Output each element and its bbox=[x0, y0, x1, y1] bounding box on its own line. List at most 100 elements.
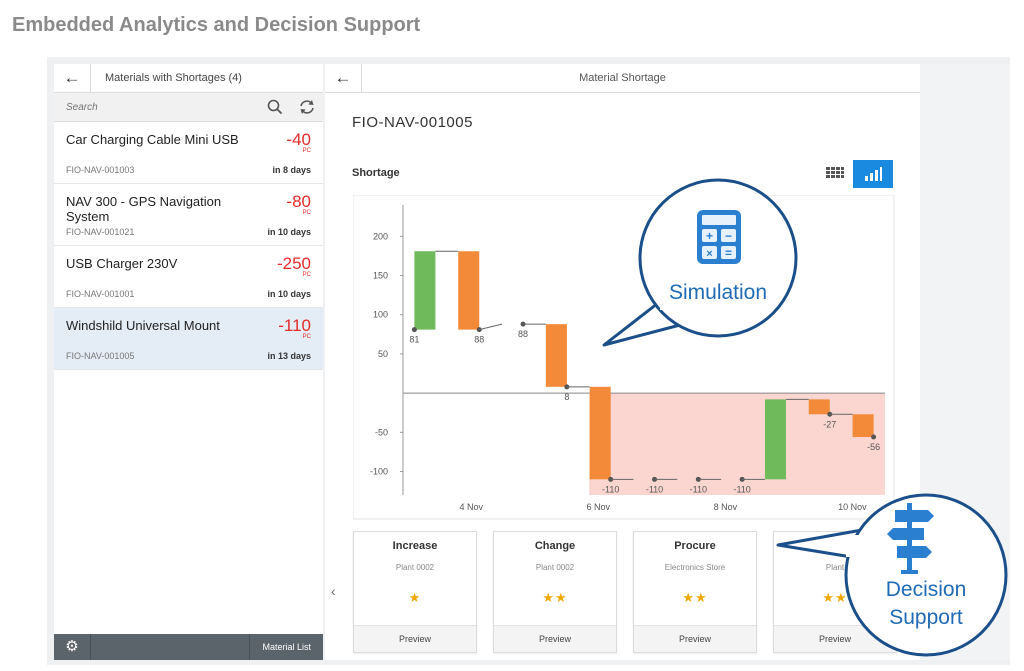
chart-view-button[interactable] bbox=[853, 160, 893, 188]
waterfall-bar bbox=[414, 251, 436, 330]
y-tick-label: 100 bbox=[373, 310, 388, 320]
decision-card[interactable]: Change Plant 0002 ★★ Preview bbox=[493, 531, 617, 653]
back-arrow-icon: ← bbox=[63, 68, 81, 87]
item-unit: PC bbox=[302, 210, 311, 216]
chevron-left-icon: ‹ bbox=[331, 583, 336, 599]
shortage-waterfall-chart: 200 150 100 50 -50 -100 4 Nov 6 Nov 8 Nov 10 Nov 8… bbox=[353, 195, 895, 520]
waterfall-bar bbox=[545, 324, 567, 387]
list-item-selected[interactable]: Windshild Universal Mount -110 PC FIO-NA… bbox=[54, 308, 323, 370]
master-header-title: Materials with Shortages (4) bbox=[105, 72, 242, 84]
data-label: 81 bbox=[409, 335, 419, 345]
decision-card[interactable]: Procure Electronics Store ★★ Preview bbox=[633, 531, 757, 653]
material-list-button[interactable]: Material List bbox=[249, 634, 323, 660]
item-quantity: -250 bbox=[276, 254, 311, 273]
gear-icon: ⚙ bbox=[65, 638, 79, 655]
item-quantity: -40 bbox=[286, 130, 311, 149]
card-preview-button[interactable]: Preview bbox=[494, 625, 616, 652]
bar-chart-icon bbox=[865, 167, 882, 181]
card-subtitle: Plant 0002 bbox=[395, 563, 435, 572]
data-label: -27 bbox=[823, 419, 836, 429]
search-icon bbox=[267, 99, 283, 115]
data-label: -110 bbox=[646, 484, 663, 494]
shortage-region bbox=[589, 393, 885, 495]
item-quantity: -110 bbox=[278, 316, 311, 335]
back-arrow-icon: ← bbox=[334, 68, 352, 87]
item-days: in 10 days bbox=[267, 289, 311, 299]
cards-prev-button[interactable]: ‹ bbox=[331, 583, 336, 599]
y-tick-label: -100 bbox=[370, 466, 388, 476]
search-button[interactable] bbox=[259, 93, 291, 121]
x-tick-label: 10 Nov bbox=[838, 502, 867, 512]
card-subtitle: Plant bbox=[825, 563, 845, 572]
item-days: in 8 days bbox=[272, 165, 311, 175]
y-tick-label: 150 bbox=[373, 271, 388, 281]
card-rating-stars: ★ bbox=[408, 590, 422, 605]
item-id: FIO-NAV-001005 bbox=[66, 351, 135, 361]
item-unit: PC bbox=[302, 148, 311, 154]
item-unit: PC bbox=[302, 334, 311, 340]
settings-button[interactable]: ⚙ bbox=[54, 634, 91, 660]
master-list-pane: ← Materials with Shortages (4) Car Charg… bbox=[54, 64, 323, 660]
data-label: -110 bbox=[733, 484, 750, 494]
data-label: 88 bbox=[518, 329, 528, 339]
waterfall-bar bbox=[589, 386, 611, 480]
refresh-icon bbox=[300, 100, 314, 114]
list-item[interactable]: Car Charging Cable Mini USB -40 PC FIO-N… bbox=[54, 122, 323, 184]
data-label: 8 bbox=[564, 392, 569, 402]
waterfall-bar bbox=[458, 251, 480, 330]
decision-card[interactable]: Increase Plant 0002 ★ Preview bbox=[353, 531, 477, 653]
back-button[interactable]: ← bbox=[54, 64, 91, 92]
item-id: FIO-NAV-001021 bbox=[66, 227, 135, 237]
data-label: 88 bbox=[474, 335, 484, 345]
card-preview-button[interactable]: Preview bbox=[634, 625, 756, 652]
master-footer: ⚙ Material List bbox=[54, 634, 323, 660]
waterfall-bar bbox=[764, 399, 786, 480]
y-tick-label: -50 bbox=[375, 427, 388, 437]
card-preview-button[interactable]: Preview bbox=[354, 625, 476, 652]
decision-card[interactable]: Plant ★★ Preview bbox=[773, 531, 897, 653]
detail-back-button[interactable]: ← bbox=[325, 64, 362, 92]
y-tick-label: 200 bbox=[373, 231, 388, 241]
slide-title: Embedded Analytics and Decision Support bbox=[12, 14, 421, 36]
data-label: -56 bbox=[867, 442, 880, 452]
item-days: in 13 days bbox=[267, 351, 311, 361]
y-tick-label: 50 bbox=[378, 349, 388, 359]
item-title: NAV 300 - GPS Navigation System bbox=[66, 194, 222, 224]
item-title: Car Charging Cable Mini USB bbox=[66, 132, 239, 147]
waterfall-bar bbox=[852, 414, 874, 437]
item-quantity: -80 bbox=[286, 192, 311, 211]
search-input[interactable] bbox=[54, 100, 258, 114]
refresh-button[interactable] bbox=[291, 93, 323, 121]
item-id: FIO-NAV-001001 bbox=[66, 289, 135, 299]
card-rating-stars: ★★ bbox=[542, 590, 568, 605]
x-tick-label: 8 Nov bbox=[714, 502, 738, 512]
waterfall-bar bbox=[808, 399, 830, 415]
card-rating-stars: ★★ bbox=[682, 590, 708, 605]
card-subtitle: Electronics Store bbox=[664, 563, 726, 572]
next-panel-edge bbox=[920, 64, 1010, 660]
value-point bbox=[411, 327, 417, 333]
item-days: in 10 days bbox=[267, 227, 311, 237]
card-subtitle: Plant 0002 bbox=[535, 563, 575, 572]
master-header: ← Materials with Shortages (4) bbox=[54, 64, 323, 93]
card-title: Change bbox=[534, 540, 576, 552]
item-unit: PC bbox=[302, 272, 311, 278]
data-label: -110 bbox=[690, 484, 707, 494]
card-preview-button[interactable]: Preview bbox=[774, 625, 896, 652]
search-bar bbox=[54, 93, 323, 122]
detail-header: ← Material Shortage bbox=[325, 64, 920, 93]
card-rating-stars: ★★ bbox=[822, 590, 848, 605]
item-title: Windshild Universal Mount bbox=[66, 318, 220, 333]
list-item[interactable]: USB Charger 230V -250 PC FIO-NAV-001001 … bbox=[54, 246, 323, 308]
item-id: FIO-NAV-001003 bbox=[66, 165, 135, 175]
x-tick-label: 6 Nov bbox=[587, 502, 611, 512]
detail-header-title: Material Shortage bbox=[579, 72, 666, 84]
list-item[interactable]: NAV 300 - GPS Navigation System -80 PC F… bbox=[54, 184, 323, 246]
object-title: FIO-NAV-001005 bbox=[352, 114, 473, 131]
chart-section-label: Shortage bbox=[352, 167, 400, 179]
table-view-button[interactable] bbox=[815, 160, 855, 188]
x-tick-label: 4 Nov bbox=[459, 502, 483, 512]
card-title: Procure bbox=[674, 540, 716, 552]
decision-cards: Increase Plant 0002 ★ Preview Change Pla… bbox=[353, 531, 897, 653]
card-title: Increase bbox=[392, 540, 438, 552]
